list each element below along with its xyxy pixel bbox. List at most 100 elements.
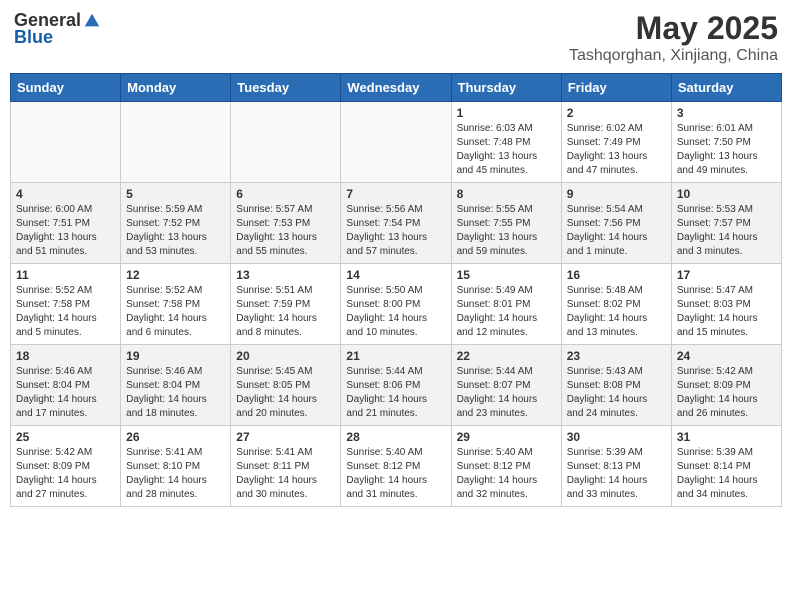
day-number: 12 [126, 268, 225, 282]
day-number: 8 [457, 187, 556, 201]
day-info: Sunrise: 5:54 AM Sunset: 7:56 PM Dayligh… [567, 203, 666, 259]
page-header: General Blue May 2025 Tashqorghan, Xinji… [10, 10, 782, 65]
day-info: Sunrise: 5:46 AM Sunset: 8:04 PM Dayligh… [126, 365, 225, 421]
day-info: Sunrise: 5:53 AM Sunset: 7:57 PM Dayligh… [677, 203, 776, 259]
calendar-cell: 2Sunrise: 6:02 AM Sunset: 7:49 PM Daylig… [561, 102, 671, 183]
day-header-saturday: Saturday [671, 74, 781, 102]
day-info: Sunrise: 5:39 AM Sunset: 8:14 PM Dayligh… [677, 446, 776, 502]
day-number: 19 [126, 349, 225, 363]
calendar-cell: 6 Sunrise: 5:57 AM Sunset: 7:53 PM Daylig… [231, 183, 341, 264]
day-header-thursday: Thursday [451, 74, 561, 102]
calendar-cell [11, 102, 121, 183]
day-number: 5 [126, 187, 225, 201]
day-info: Sunrise: 5:48 AM Sunset: 8:02 PM Dayligh… [567, 284, 666, 340]
day-info: Sunrise: 5:52 AM Sunset: 7:58 PM Dayligh… [16, 284, 115, 340]
calendar-cell: 19 Sunrise: 5:46 AM Sunset: 8:04 PM Dayli… [121, 345, 231, 426]
calendar-cell: 1Sunrise: 6:03 AM Sunset: 7:48 PM Daylig… [451, 102, 561, 183]
day-info: Sunrise: 5:52 AM Sunset: 7:58 PM Dayligh… [126, 284, 225, 340]
day-info: Sunrise: 5:50 AM Sunset: 8:00 PM Dayligh… [346, 284, 445, 340]
day-info: Sunrise: 6:00 AM Sunset: 7:51 PM Dayligh… [16, 203, 115, 259]
day-number: 30 [567, 430, 666, 444]
day-info: Sunrise: 5:41 AM Sunset: 8:11 PM Dayligh… [236, 446, 335, 502]
day-info: Sunrise: 5:51 AM Sunset: 7:59 PM Dayligh… [236, 284, 335, 340]
calendar-cell: 31 Sunrise: 5:39 AM Sunset: 8:14 PM Dayli… [671, 426, 781, 507]
calendar-cell [231, 102, 341, 183]
day-info: Sunrise: 5:49 AM Sunset: 8:01 PM Dayligh… [457, 284, 556, 340]
day-info: Sunrise: 6:02 AM Sunset: 7:49 PM Dayligh… [567, 122, 666, 178]
day-number: 22 [457, 349, 556, 363]
day-number: 20 [236, 349, 335, 363]
day-number: 13 [236, 268, 335, 282]
calendar-table: SundayMondayTuesdayWednesdayThursdayFrid… [10, 73, 782, 507]
day-number: 3 [677, 106, 776, 120]
day-header-friday: Friday [561, 74, 671, 102]
day-info: Sunrise: 5:40 AM Sunset: 8:12 PM Dayligh… [457, 446, 556, 502]
calendar-cell [341, 102, 451, 183]
calendar-cell: 22 Sunrise: 5:44 AM Sunset: 8:07 PM Dayli… [451, 345, 561, 426]
day-number: 4 [16, 187, 115, 201]
day-number: 7 [346, 187, 445, 201]
day-number: 27 [236, 430, 335, 444]
day-number: 15 [457, 268, 556, 282]
day-number: 11 [16, 268, 115, 282]
day-info: Sunrise: 5:44 AM Sunset: 8:06 PM Dayligh… [346, 365, 445, 421]
day-info: Sunrise: 6:01 AM Sunset: 7:50 PM Dayligh… [677, 122, 776, 178]
calendar-cell: 23Sunrise: 5:43 AM Sunset: 8:08 PM Dayli… [561, 345, 671, 426]
day-info: Sunrise: 5:46 AM Sunset: 8:04 PM Dayligh… [16, 365, 115, 421]
calendar-cell: 8 Sunrise: 5:55 AM Sunset: 7:55 PM Daylig… [451, 183, 561, 264]
day-number: 10 [677, 187, 776, 201]
day-number: 26 [126, 430, 225, 444]
location-subtitle: Tashqorghan, Xinjiang, China [569, 47, 778, 65]
month-year-title: May 2025 [569, 10, 778, 47]
day-number: 31 [677, 430, 776, 444]
calendar-week-row: 25 Sunrise: 5:42 AM Sunset: 8:09 PM Dayli… [11, 426, 782, 507]
day-info: Sunrise: 5:59 AM Sunset: 7:52 PM Dayligh… [126, 203, 225, 259]
logo-blue-text: Blue [14, 27, 53, 48]
day-header-wednesday: Wednesday [341, 74, 451, 102]
day-number: 29 [457, 430, 556, 444]
calendar-cell: 4 Sunrise: 6:00 AM Sunset: 7:51 PM Daylig… [11, 183, 121, 264]
day-number: 14 [346, 268, 445, 282]
calendar-cell: 20Sunrise: 5:45 AM Sunset: 8:05 PM Dayli… [231, 345, 341, 426]
day-info: Sunrise: 5:57 AM Sunset: 7:53 PM Dayligh… [236, 203, 335, 259]
day-info: Sunrise: 5:41 AM Sunset: 8:10 PM Dayligh… [126, 446, 225, 502]
day-header-sunday: Sunday [11, 74, 121, 102]
day-info: Sunrise: 5:42 AM Sunset: 8:09 PM Dayligh… [16, 446, 115, 502]
day-info: Sunrise: 5:39 AM Sunset: 8:13 PM Dayligh… [567, 446, 666, 502]
day-number: 25 [16, 430, 115, 444]
calendar-cell: 9 Sunrise: 5:54 AM Sunset: 7:56 PM Daylig… [561, 183, 671, 264]
day-info: Sunrise: 5:42 AM Sunset: 8:09 PM Dayligh… [677, 365, 776, 421]
calendar-cell: 27 Sunrise: 5:41 AM Sunset: 8:11 PM Dayli… [231, 426, 341, 507]
calendar-cell: 28 Sunrise: 5:40 AM Sunset: 8:12 PM Dayli… [341, 426, 451, 507]
calendar-cell: 16 Sunrise: 5:48 AM Sunset: 8:02 PM Dayli… [561, 264, 671, 345]
calendar-cell: 18 Sunrise: 5:46 AM Sunset: 8:04 PM Dayli… [11, 345, 121, 426]
day-number: 24 [677, 349, 776, 363]
calendar-cell: 7 Sunrise: 5:56 AM Sunset: 7:54 PM Daylig… [341, 183, 451, 264]
day-header-monday: Monday [121, 74, 231, 102]
day-info: Sunrise: 5:43 AM Sunset: 8:08 PM Dayligh… [567, 365, 666, 421]
day-number: 9 [567, 187, 666, 201]
logo: General Blue [14, 10, 101, 48]
day-number: 28 [346, 430, 445, 444]
calendar-cell [121, 102, 231, 183]
calendar-cell: 12 Sunrise: 5:52 AM Sunset: 7:58 PM Dayli… [121, 264, 231, 345]
calendar-cell: 24 Sunrise: 5:42 AM Sunset: 8:09 PM Dayli… [671, 345, 781, 426]
day-info: Sunrise: 5:44 AM Sunset: 8:07 PM Dayligh… [457, 365, 556, 421]
day-number: 21 [346, 349, 445, 363]
day-info: Sunrise: 5:55 AM Sunset: 7:55 PM Dayligh… [457, 203, 556, 259]
day-number: 18 [16, 349, 115, 363]
day-info: Sunrise: 5:40 AM Sunset: 8:12 PM Dayligh… [346, 446, 445, 502]
calendar-week-row: 18 Sunrise: 5:46 AM Sunset: 8:04 PM Dayli… [11, 345, 782, 426]
calendar-cell: 26 Sunrise: 5:41 AM Sunset: 8:10 PM Dayli… [121, 426, 231, 507]
calendar-cell: 13 Sunrise: 5:51 AM Sunset: 7:59 PM Dayli… [231, 264, 341, 345]
day-number: 17 [677, 268, 776, 282]
day-info: Sunrise: 5:56 AM Sunset: 7:54 PM Dayligh… [346, 203, 445, 259]
day-number: 16 [567, 268, 666, 282]
day-number: 6 [236, 187, 335, 201]
calendar-cell: 17Sunrise: 5:47 AM Sunset: 8:03 PM Dayli… [671, 264, 781, 345]
calendar-week-row: 4 Sunrise: 6:00 AM Sunset: 7:51 PM Daylig… [11, 183, 782, 264]
calendar-cell: 14 Sunrise: 5:50 AM Sunset: 8:00 PM Dayli… [341, 264, 451, 345]
calendar-week-row: 11 Sunrise: 5:52 AM Sunset: 7:58 PM Dayli… [11, 264, 782, 345]
title-section: May 2025 Tashqorghan, Xinjiang, China [569, 10, 778, 65]
calendar-cell: 11 Sunrise: 5:52 AM Sunset: 7:58 PM Dayli… [11, 264, 121, 345]
